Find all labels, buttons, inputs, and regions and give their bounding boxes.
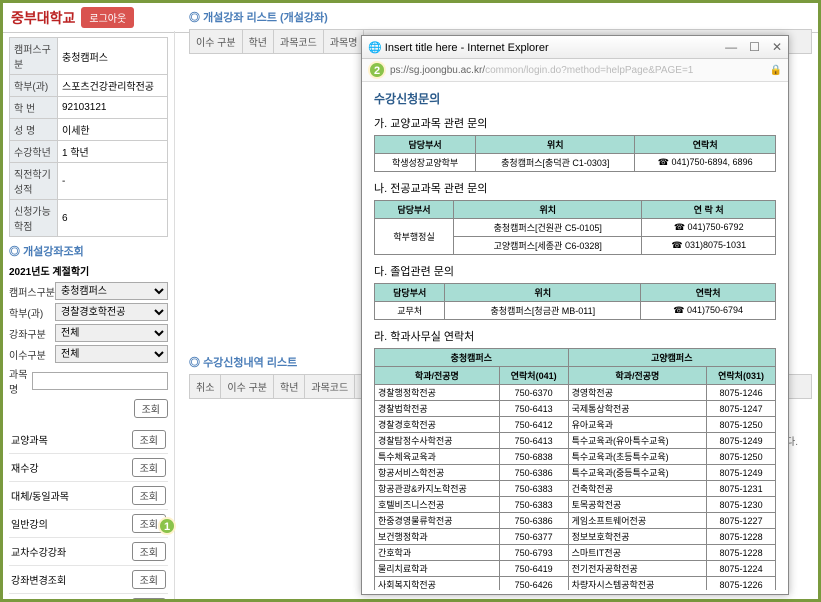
menu-item[interactable]: 교양과목조회 xyxy=(9,426,168,454)
v: 1 학년 xyxy=(58,141,168,163)
step-1-marker: 1 xyxy=(158,517,176,535)
v: 6 xyxy=(58,200,168,237)
sub-2: 나. 전공교과목 관련 문의 xyxy=(374,180,776,196)
left-panel: 캠퍼스구분충청캠퍼스 학부(과)스포츠건강관리학전공 학 번92103121 성… xyxy=(3,31,175,599)
menu-item[interactable]: 대체/동일과목조회 xyxy=(9,482,168,510)
contact-row: 항공관광&카지노학전공750-6383건축학전공8075-1231 xyxy=(375,481,776,497)
sub-4: 라. 학과사무실 연락처 xyxy=(374,328,776,344)
tbl-1: 담당부서위치연락처 학생성장교양학부충청캠퍼스[충덕관 C1-0303]☎ 04… xyxy=(374,135,776,172)
app-logo: 중부대학교 xyxy=(11,8,75,28)
l: 성 명 xyxy=(10,119,58,141)
col: 과목명 xyxy=(324,30,365,53)
l: 학부(과) xyxy=(9,305,55,320)
student-info-table: 캠퍼스구분충청캠퍼스 학부(과)스포츠건강관리학전공 학 번92103121 성… xyxy=(9,37,168,237)
logout-button[interactable]: 로그아웃 xyxy=(81,7,134,28)
contact-row: 항공서비스학전공750-6386특수교육과(중등특수교육)8075-1249 xyxy=(375,465,776,481)
contact-row: 간호학과750-6793스마트IT전공8075-1228 xyxy=(375,545,776,561)
menu-item[interactable]: 수강신청확인서조회 xyxy=(9,594,168,599)
col: 취소 xyxy=(190,375,221,398)
sub-3: 다. 졸업관련 문의 xyxy=(374,263,776,279)
ie-popup: 🌐 Insert title here - Internet Explorer … xyxy=(361,35,789,595)
v: 충청캠퍼스 xyxy=(58,38,168,75)
menu-item[interactable]: 재수강조회 xyxy=(9,454,168,482)
list1-title: ◎ 개설강좌 리스트 (개설강좌) xyxy=(189,9,812,25)
col: 이수 구분 xyxy=(190,30,243,53)
popup-heading: 수강신청문의 xyxy=(374,90,776,107)
req-select[interactable]: 전체 xyxy=(55,345,168,363)
contact-row: 경찰법학전공750-6413국제통상학전공8075-1247 xyxy=(375,401,776,417)
col: 이수 구분 xyxy=(221,375,274,398)
contact-row: 경찰탐정수사학전공750-6413특수교육과(유아특수교육)8075-1249 xyxy=(375,433,776,449)
tbl-2: 담당부서위치연 락 처 학부행정실충청캠퍼스[건원관 C5-0105]☎ 041… xyxy=(374,200,776,255)
menu-search[interactable]: 조회 xyxy=(132,570,166,589)
contact-row: 특수체육교육과750-6838특수교육과(초등특수교육)8075-1250 xyxy=(375,449,776,465)
contact-row: 한중경영물류학전공750-6386게임소프트웨어전공8075-1227 xyxy=(375,513,776,529)
contact-table: 충청캠퍼스고양캠퍼스 학과/전공명연락처(041)학과/전공명연락처(031) … xyxy=(374,348,776,590)
v: 스포츠건강관리학전공 xyxy=(58,75,168,97)
l: 수강학년 xyxy=(10,141,58,163)
dept-select[interactable]: 경찰경호학전공 xyxy=(55,303,168,321)
col: 학년 xyxy=(243,30,274,53)
l: 학부(과) xyxy=(10,75,58,97)
col: 과목코드 xyxy=(274,30,324,53)
l: 캠퍼스구분 xyxy=(10,38,58,75)
contact-row: 보건행정학과750-6377정보보호학전공8075-1228 xyxy=(375,529,776,545)
contact-row: 호텔비즈니스전공750-6383토목공학전공8075-1230 xyxy=(375,497,776,513)
col: 과목코드 xyxy=(305,375,355,398)
col: 학년 xyxy=(274,375,305,398)
menu-search[interactable]: 조회 xyxy=(132,486,166,505)
v: - xyxy=(58,163,168,200)
term-label: 2021년도 계절학기 xyxy=(9,263,168,278)
v: 92103121 xyxy=(58,97,168,119)
l: 이수구분 xyxy=(9,347,55,362)
tbl-3: 담당부서위치연락처 교무처충청캠퍼스[청금관 MB-011]☎ 041)750-… xyxy=(374,283,776,320)
section-course-search: ◎ 개설강좌조회 xyxy=(9,243,168,259)
l: 캠퍼스구분 xyxy=(9,284,55,299)
menu-item[interactable]: 교차수강강좌조회 xyxy=(9,538,168,566)
l: 강좌구분 xyxy=(9,326,55,341)
lock-icon: 🔒 xyxy=(770,65,782,76)
contact-row: 사회복지학전공750-6426차량자시스템공학전공8075-1226 xyxy=(375,577,776,591)
menu-search[interactable]: 조회 xyxy=(132,430,166,449)
sub-1: 가. 교양교과목 관련 문의 xyxy=(374,115,776,131)
menu-item[interactable]: 일반강의조회 xyxy=(9,510,168,538)
l: 학 번 xyxy=(10,97,58,119)
popup-title: 🌐 Insert title here - Internet Explorer xyxy=(368,41,549,54)
popup-url: ps://sg.joongbu.ac.kr/common/login.do?me… xyxy=(390,65,693,76)
side-menu: 교양과목조회재수강조회대체/동일과목조회일반강의조회교차수강강좌조회강좌변경조회… xyxy=(9,426,168,599)
campus-select[interactable]: 충청캠퍼스 xyxy=(55,282,168,300)
l: 직전학기성적 xyxy=(10,163,58,200)
minimize-icon[interactable]: — xyxy=(725,40,737,54)
search-button[interactable]: 조회 xyxy=(134,399,168,418)
step-2-marker: 2 xyxy=(368,61,386,79)
maximize-icon[interactable]: ☐ xyxy=(749,40,760,54)
v: 이세한 xyxy=(58,119,168,141)
menu-search[interactable]: 조회 xyxy=(132,458,166,477)
menu-item[interactable]: 강좌변경조회조회 xyxy=(9,566,168,594)
close-icon[interactable]: ✕ xyxy=(772,40,782,54)
contact-row: 경찰경호학전공750-6412유아교육과8075-1250 xyxy=(375,417,776,433)
menu-search[interactable]: 조회 xyxy=(132,598,166,599)
lect-select[interactable]: 전체 xyxy=(55,324,168,342)
contact-row: 물리치료학과750-6419전기전자공학전공8075-1224 xyxy=(375,561,776,577)
subject-input[interactable] xyxy=(32,372,168,390)
l: 과목명 xyxy=(9,366,32,396)
l: 신청가능학점 xyxy=(10,200,58,237)
contact-row: 경찰행정학전공750-6370경영학전공8075-1246 xyxy=(375,385,776,401)
menu-search[interactable]: 조회 xyxy=(132,542,166,561)
